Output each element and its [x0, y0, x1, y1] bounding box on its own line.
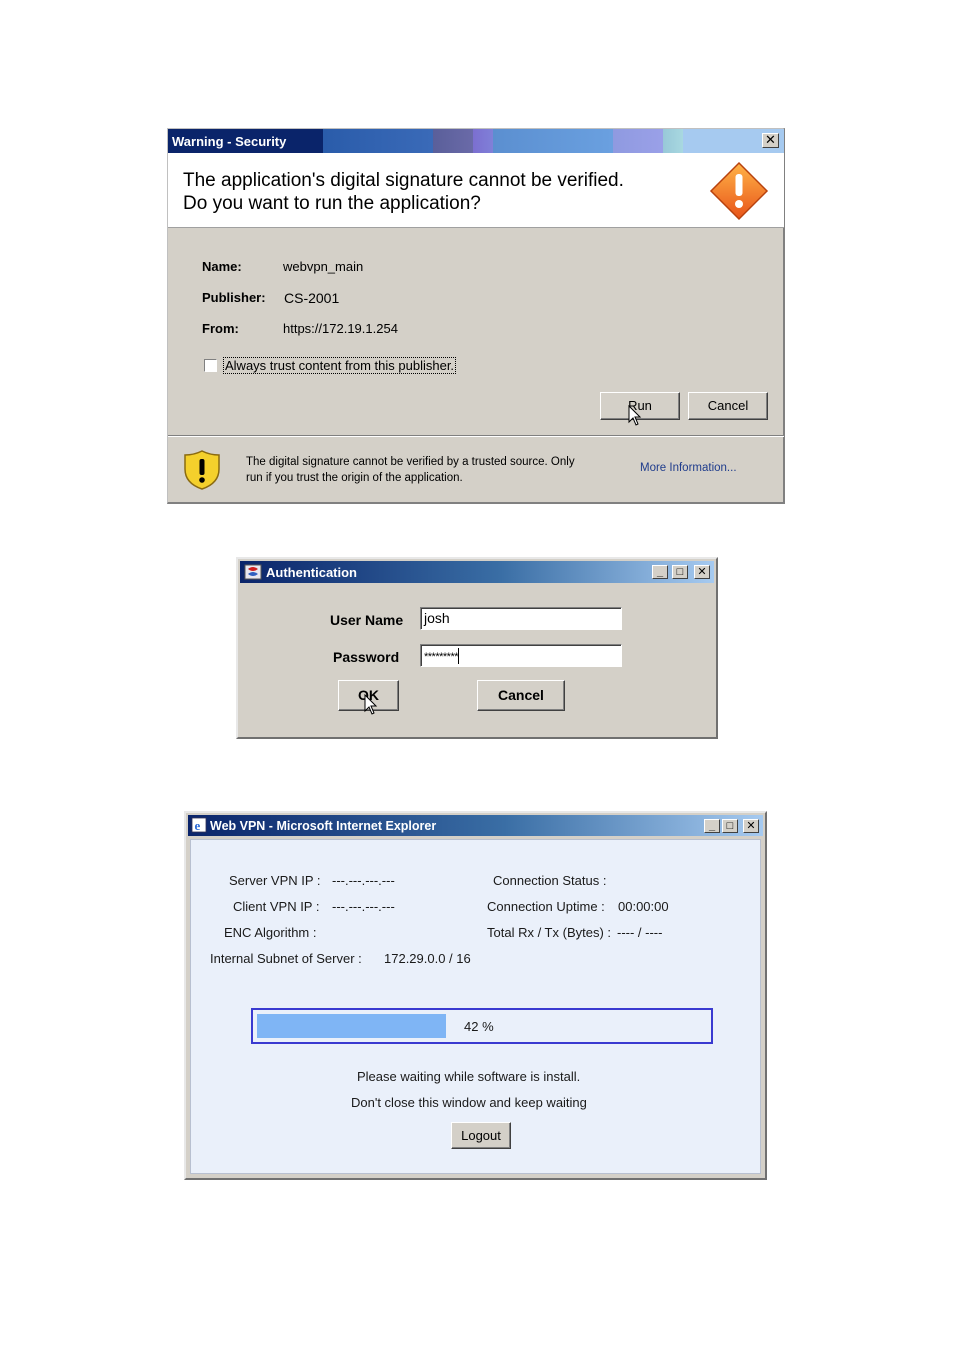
total-rxtx-value: ---- / ----	[617, 925, 663, 940]
vpn-titlebar[interactable]: e Web VPN - Microsoft Internet Explorer …	[188, 815, 763, 836]
server-vpn-ip-value: ---.---.---.---	[332, 873, 395, 888]
maximize-icon[interactable]: □	[672, 565, 688, 579]
user-name-label: User Name	[330, 612, 404, 628]
security-shield-icon	[184, 450, 220, 490]
password-label: Password	[333, 649, 400, 665]
internet-explorer-icon: e	[191, 817, 207, 833]
auth-titlebar[interactable]: Authentication _ □ ✕	[240, 561, 714, 583]
total-rxtx-label: Total Rx / Tx (Bytes) :	[487, 925, 612, 940]
name-value: webvpn_main	[283, 259, 364, 274]
divider	[168, 435, 784, 437]
warning-diamond-icon	[709, 161, 769, 221]
minimize-icon[interactable]: _	[704, 819, 720, 833]
install-progress-bar: 42 %	[251, 1008, 713, 1044]
connection-uptime-value: 00:00:00	[618, 899, 669, 914]
close-icon[interactable]: ✕	[694, 565, 710, 579]
progress-fill	[257, 1014, 446, 1038]
footnote-line-1: The digital signature cannot be verified…	[246, 456, 575, 468]
client-vpn-ip-label: Client VPN IP :	[233, 899, 320, 914]
waiting-message-2: Don't close this window and keep waiting	[351, 1095, 587, 1110]
trust-publisher-label[interactable]: Always trust content from this publisher…	[223, 357, 457, 374]
security-header: The application's digital signature cann…	[168, 153, 784, 228]
minimize-icon[interactable]: _	[652, 565, 668, 579]
mouse-pointer-icon	[364, 694, 378, 715]
headline-line-1: The application's digital signature cann…	[183, 170, 624, 191]
security-footnote: The digital signature cannot be verified…	[246, 454, 616, 486]
name-label: Name:	[202, 259, 242, 274]
security-warning-dialog: Warning - Security ✕ The application's d…	[167, 128, 785, 504]
web-vpn-window: e Web VPN - Microsoft Internet Explorer …	[184, 811, 767, 1180]
publisher-label: Publisher:	[202, 290, 266, 305]
connection-uptime-label: Connection Uptime :	[487, 899, 605, 914]
auth-title: Authentication	[266, 565, 357, 580]
headline-line-2: Do you want to run the application?	[183, 193, 481, 214]
publisher-value: CS-2001	[284, 290, 340, 306]
maximize-icon[interactable]: □	[722, 819, 738, 833]
more-information-link[interactable]: More Information...	[640, 462, 737, 474]
password-mask: *********	[424, 651, 459, 663]
from-label: From:	[202, 321, 239, 336]
svg-text:e: e	[195, 818, 201, 833]
security-titlebar[interactable]: Warning - Security ✕	[168, 129, 784, 153]
logout-button[interactable]: Logout	[451, 1122, 511, 1149]
waiting-message-1: Please waiting while software is install…	[357, 1069, 581, 1084]
internal-subnet-label: Internal Subnet of Server :	[210, 951, 362, 966]
connection-status-label: Connection Status :	[493, 873, 607, 888]
footnote-line-2: run if you trust the origin of the appli…	[246, 472, 463, 484]
cancel-button[interactable]: Cancel	[688, 392, 768, 420]
authentication-dialog: Authentication _ □ ✕ User Name josh Pass…	[236, 557, 718, 739]
progress-percent-text: 42 %	[464, 1019, 494, 1034]
trust-publisher-checkbox[interactable]	[204, 359, 217, 372]
server-vpn-ip-label: Server VPN IP :	[229, 873, 321, 888]
close-icon[interactable]: ✕	[743, 819, 759, 833]
from-value: https://172.19.1.254	[283, 321, 398, 336]
close-icon[interactable]: ✕	[762, 133, 779, 148]
text-caret	[458, 648, 460, 665]
vpn-title: Web VPN - Microsoft Internet Explorer	[210, 819, 437, 833]
user-name-field[interactable]: josh	[420, 607, 622, 630]
enc-algorithm-label: ENC Algorithm :	[224, 925, 317, 940]
vpn-content-area: Server VPN IP : ---.---.---.--- Client V…	[190, 839, 761, 1174]
mouse-pointer-icon	[628, 405, 642, 426]
password-field[interactable]: *********	[420, 644, 622, 667]
internal-subnet-value: 172.29.0.0 / 16	[384, 951, 471, 966]
cancel-button[interactable]: Cancel	[477, 680, 565, 711]
client-vpn-ip-value: ---.---.---.---	[332, 899, 395, 914]
security-title: Warning - Security	[172, 134, 287, 149]
security-headline: The application's digital signature cann…	[183, 169, 703, 215]
java-app-icon	[244, 564, 262, 580]
